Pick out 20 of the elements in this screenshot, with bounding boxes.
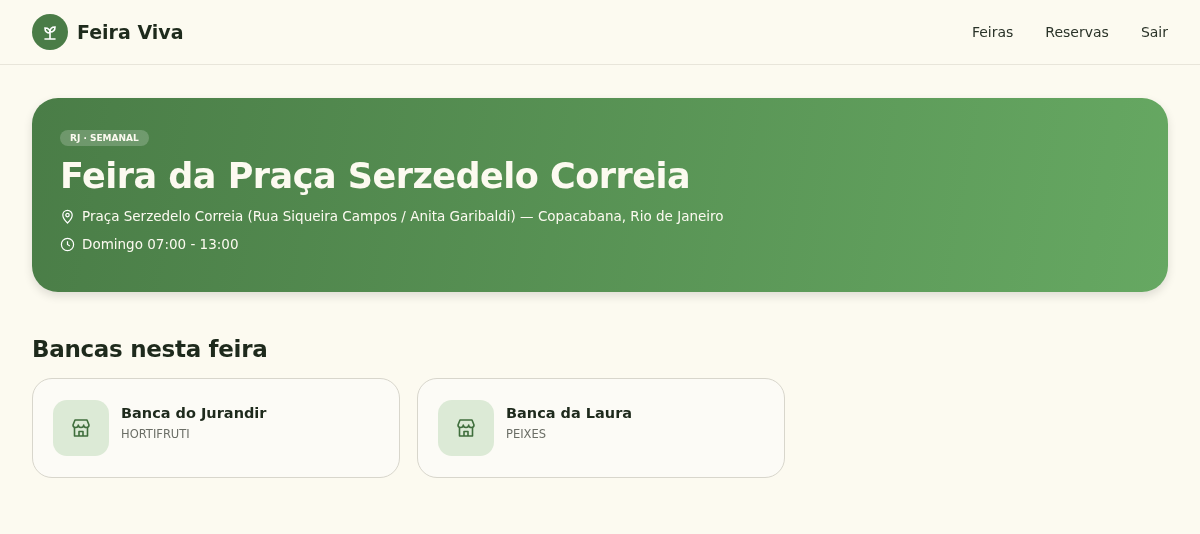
section-heading: Bancas nesta feira [32, 336, 269, 362]
market-address: Praça Serzedelo Correia (Rua Siqueira Campos / Anita Garibaldi) — Copacabana, Rio de Janeiro [82, 208, 724, 224]
stall-category: PEIXES [506, 427, 548, 441]
stall-card[interactable]: Banca do Jurandir HORTIFRUTI [32, 378, 400, 478]
sprout-logo-icon [32, 14, 68, 50]
market-schedule: Domingo 07:00 - 13:00 [82, 236, 239, 252]
stall-name: Banca da Laura [506, 405, 633, 421]
stall-name: Banca do Jurandir [121, 405, 267, 421]
storefront-icon [454, 416, 478, 440]
nav-link[interactable]: Sair [1140, 24, 1168, 40]
storefront-icon [69, 416, 93, 440]
nav-link[interactable]: Feiras [971, 24, 1014, 40]
market-title: Feira da Praça Serzedelo Correia [60, 156, 691, 196]
brand-name: Feira Viva [77, 21, 184, 43]
location-pin-icon [60, 208, 75, 224]
clock-icon [60, 236, 75, 252]
region-badge: RJ · SEMANAL [60, 130, 149, 146]
nav-link[interactable]: Reservas [1045, 24, 1109, 40]
stall-category: HORTIFRUTI [121, 427, 191, 441]
stall-card[interactable]: Banca da Laura PEIXES [417, 378, 785, 478]
